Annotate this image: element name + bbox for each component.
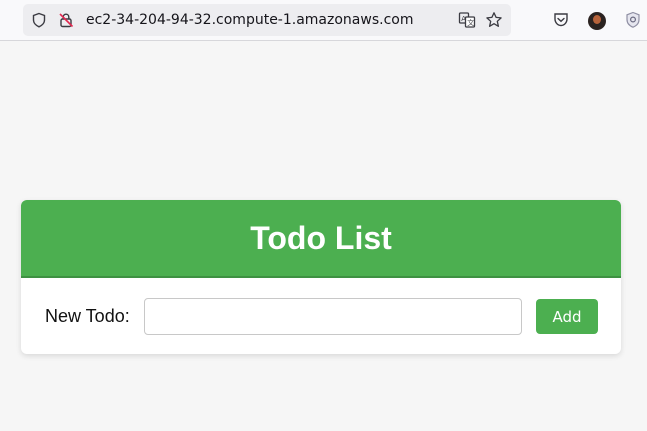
browser-toolbar: ec2-34-204-94-32.compute-1.amazonaws.com… xyxy=(0,0,647,41)
url-text[interactable]: ec2-34-204-94-32.compute-1.amazonaws.com xyxy=(86,12,413,28)
insecure-lock-icon[interactable] xyxy=(58,12,74,28)
svg-text:A: A xyxy=(461,15,466,23)
url-bar[interactable]: ec2-34-204-94-32.compute-1.amazonaws.com… xyxy=(23,4,511,36)
new-todo-input[interactable] xyxy=(144,298,522,335)
new-todo-form: New Todo: Add xyxy=(21,278,621,354)
bookmark-star-icon[interactable] xyxy=(485,11,503,29)
add-button[interactable]: Add xyxy=(536,299,598,334)
pocket-icon[interactable] xyxy=(552,11,570,29)
account-avatar[interactable] xyxy=(588,12,606,30)
translate-icon[interactable]: A 文 xyxy=(458,11,476,29)
card-header: Todo List xyxy=(21,200,621,278)
shield-icon[interactable] xyxy=(31,12,47,28)
extension-icon[interactable] xyxy=(624,11,642,29)
page-title: Todo List xyxy=(250,219,392,256)
svg-text:文: 文 xyxy=(467,18,474,27)
new-todo-label: New Todo: xyxy=(45,306,130,326)
todo-card: Todo List New Todo: Add xyxy=(21,200,621,354)
